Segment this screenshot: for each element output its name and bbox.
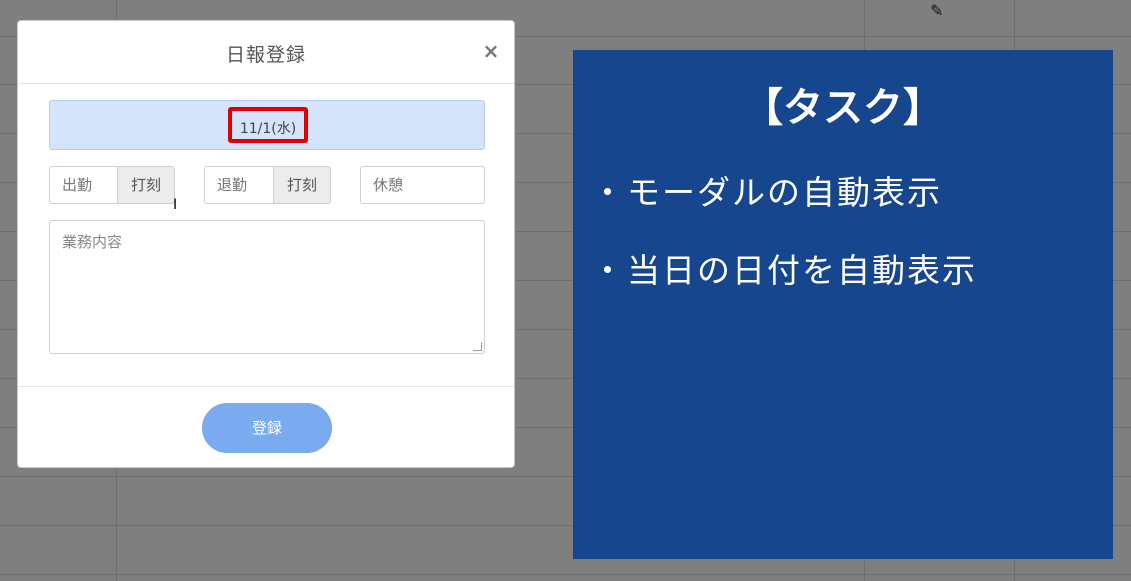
date-display: 11/1(水) xyxy=(49,100,485,150)
clock-in-input[interactable]: 出勤 xyxy=(49,166,118,204)
work-content-textarea[interactable]: 業務内容 xyxy=(49,220,485,354)
modal-title: 日報登録 xyxy=(225,44,306,66)
clock-out-input[interactable]: 退勤 xyxy=(204,166,274,204)
task-item-text: モーダルの自動表示 xyxy=(627,173,942,212)
daily-report-modal: 日報登録 × 11/1(水) 出勤 打刻 I 退勤 打刻 休憩 業務内容 登録 xyxy=(17,20,515,468)
resize-handle-icon[interactable] xyxy=(473,342,482,351)
task-title: 【タスク】 xyxy=(743,85,943,131)
break-input[interactable]: 休憩 xyxy=(360,166,485,204)
text-cursor-icon: I xyxy=(173,197,178,213)
date-text: 11/1(水) xyxy=(239,121,297,137)
clock-in-group: 出勤 打刻 xyxy=(49,166,175,204)
bullet: ・ xyxy=(591,173,626,212)
modal-header: 日報登録 × xyxy=(18,21,514,84)
clock-out-stamp-button[interactable]: 打刻 xyxy=(273,166,331,204)
pencil-icon[interactable]: ✎ xyxy=(930,2,948,20)
date-highlight-box: 11/1(水) xyxy=(228,107,308,143)
clock-in-stamp-button[interactable]: 打刻 xyxy=(117,166,175,204)
task-item: ・当日の日付を自動表示 xyxy=(591,244,977,292)
bullet: ・ xyxy=(591,251,626,290)
task-panel: 【タスク】 ・モーダルの自動表示 ・当日の日付を自動表示 xyxy=(573,50,1113,559)
break-group: 休憩 xyxy=(360,166,485,204)
task-item: ・モーダルの自動表示 xyxy=(591,166,942,214)
modal-footer-divider xyxy=(18,386,514,387)
work-content-placeholder: 業務内容 xyxy=(62,233,123,251)
task-item-text: 当日の日付を自動表示 xyxy=(627,251,977,290)
close-button[interactable]: × xyxy=(481,40,501,62)
submit-button[interactable]: 登録 xyxy=(202,403,332,453)
clock-out-group: 退勤 打刻 xyxy=(204,166,331,204)
